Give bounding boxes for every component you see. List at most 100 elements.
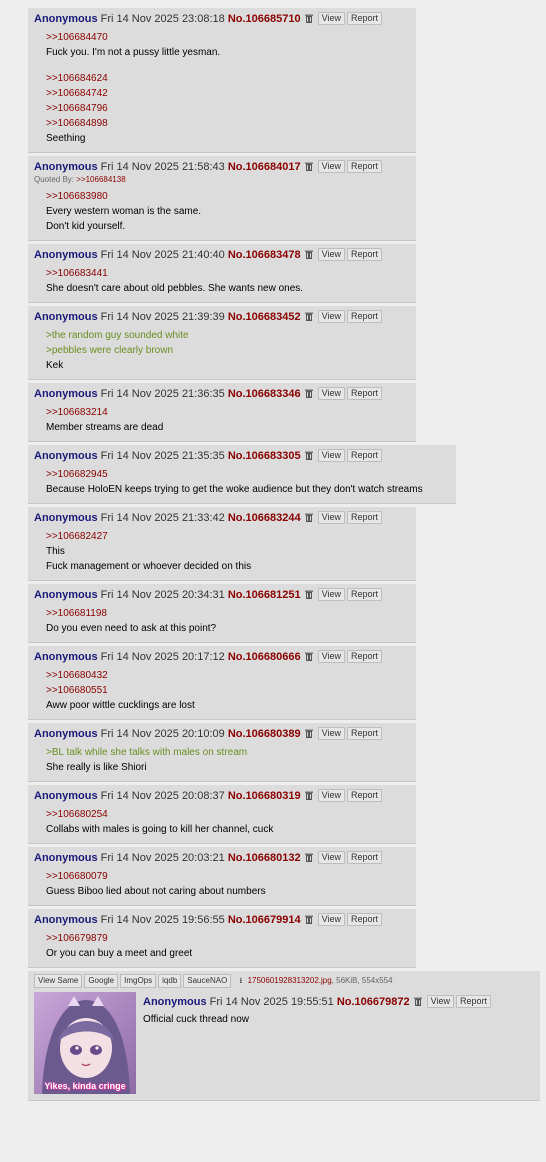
post-number[interactable]: No.106684017 xyxy=(228,161,301,173)
report-button[interactable]: Report xyxy=(346,12,382,25)
poster-name: Anonymous xyxy=(34,651,98,663)
quote-link[interactable]: >>106684742 xyxy=(46,86,410,101)
post-number[interactable]: No.106679872 xyxy=(337,996,410,1008)
view-button[interactable]: View xyxy=(317,12,345,25)
post-number[interactable]: No.106681251 xyxy=(228,589,301,601)
post-body: >>106681198 Do you even need to ask at th… xyxy=(46,606,410,636)
trash-icon[interactable] xyxy=(304,790,313,800)
trash-icon[interactable] xyxy=(304,512,313,522)
post-number[interactable]: No.106680389 xyxy=(228,728,301,740)
report-button[interactable]: Report xyxy=(346,650,382,663)
quote-link[interactable]: >>106682427 xyxy=(46,529,410,544)
quote-link[interactable]: >>106684470 xyxy=(46,30,410,45)
post-header: Anonymous Fri 14 Nov 2025 20:10:09 No.10… xyxy=(34,727,410,741)
search-button-view-same[interactable]: View Same xyxy=(34,974,83,988)
quote-link[interactable]: >>106684796 xyxy=(46,101,410,116)
view-button[interactable]: View xyxy=(317,913,345,926)
search-button-imgops[interactable]: ImgOps xyxy=(120,974,157,988)
post-number[interactable]: No.106680666 xyxy=(228,651,301,663)
quote-link[interactable]: >>106679879 xyxy=(46,931,410,946)
view-button[interactable]: View xyxy=(317,650,345,663)
report-button[interactable]: Report xyxy=(346,913,382,926)
search-button-google[interactable]: Google xyxy=(84,974,119,988)
view-button[interactable]: View xyxy=(317,449,345,462)
quoted-by: Quoted By: >>106684138 xyxy=(34,175,410,185)
trash-icon[interactable] xyxy=(304,311,313,321)
post-number[interactable]: No.106683305 xyxy=(228,450,301,462)
post-number[interactable]: No.106683244 xyxy=(228,512,301,524)
report-button[interactable]: Report xyxy=(346,310,382,323)
report-button[interactable]: Report xyxy=(346,387,382,400)
view-button[interactable]: View xyxy=(317,310,345,323)
quote-link[interactable]: >>106683980 xyxy=(46,189,410,204)
download-icon[interactable]: ⭳ xyxy=(240,975,243,987)
quote-link[interactable]: >>106681198 xyxy=(46,606,410,621)
trash-icon[interactable] xyxy=(304,249,313,259)
view-button[interactable]: View xyxy=(317,387,345,400)
view-button[interactable]: View xyxy=(317,248,345,261)
quoted-by-link[interactable]: >>106684138 xyxy=(76,175,125,184)
comment-line: Aww poor wittle cucklings are lost xyxy=(46,700,195,711)
post-number[interactable]: No.106679914 xyxy=(228,914,301,926)
search-button-saucenao[interactable]: SauceNAO xyxy=(183,974,232,988)
report-button[interactable]: Report xyxy=(346,160,382,173)
trash-icon[interactable] xyxy=(304,161,313,171)
view-button[interactable]: View xyxy=(426,995,454,1008)
poster-name: Anonymous xyxy=(34,512,98,524)
report-button[interactable]: Report xyxy=(346,727,382,740)
post-number[interactable]: No.106683346 xyxy=(228,388,301,400)
report-button[interactable]: Report xyxy=(346,248,382,261)
view-button[interactable]: View xyxy=(317,851,345,864)
view-button[interactable]: View xyxy=(317,511,345,524)
post-body: >>106683980 Every western woman is the sa… xyxy=(46,189,410,234)
trash-icon[interactable] xyxy=(304,13,313,23)
view-button[interactable]: View xyxy=(317,588,345,601)
view-button[interactable]: View xyxy=(317,160,345,173)
trash-icon[interactable] xyxy=(304,852,313,862)
report-button[interactable]: Report xyxy=(455,995,491,1008)
post-date: Fri 14 Nov 2025 20:17:12 xyxy=(100,651,225,663)
poster-name: Anonymous xyxy=(34,589,98,601)
trash-icon[interactable] xyxy=(304,651,313,661)
reply-post: Anonymous Fri 14 Nov 2025 21:36:35 No.10… xyxy=(28,383,416,442)
post-number[interactable]: No.106685710 xyxy=(228,13,301,25)
report-button[interactable]: Report xyxy=(346,789,382,802)
post-number[interactable]: No.106680132 xyxy=(228,852,301,864)
post-number[interactable]: No.106683478 xyxy=(228,249,301,261)
quote-link[interactable]: >>106684624 xyxy=(46,71,410,86)
report-button[interactable]: Report xyxy=(346,851,382,864)
trash-icon[interactable] xyxy=(413,996,422,1006)
quote-link[interactable]: >>106680432 xyxy=(46,668,410,683)
quote-link[interactable]: >>106680254 xyxy=(46,807,410,822)
quote-link[interactable]: >>106683441 xyxy=(46,266,410,281)
quote-link[interactable]: >>106680551 xyxy=(46,683,410,698)
quote-link[interactable]: >>106680079 xyxy=(46,869,410,884)
quote-link[interactable]: >>106684898 xyxy=(46,116,410,131)
file-info-bar: View Same Google ImgOps iqdb SauceNAO ⭳ 1750… xyxy=(34,974,534,988)
reply-post: Anonymous Fri 14 Nov 2025 21:39:39 No.10… xyxy=(28,306,416,380)
report-button[interactable]: Report xyxy=(346,511,382,524)
report-button[interactable]: Report xyxy=(346,449,382,462)
post-number[interactable]: No.106683452 xyxy=(228,311,301,323)
quote-link[interactable]: >>106682945 xyxy=(46,467,450,482)
report-button[interactable]: Report xyxy=(346,588,382,601)
trash-icon[interactable] xyxy=(304,450,313,460)
post-date: Fri 14 Nov 2025 19:55:51 xyxy=(209,996,334,1008)
post-header: Anonymous Fri 14 Nov 2025 20:03:21 No.10… xyxy=(34,851,410,865)
post-body: >>106680432 >>106680551 Aww poor wittle cu… xyxy=(46,668,410,713)
post-header: Anonymous Fri 14 Nov 2025 21:39:39 No.10… xyxy=(34,310,410,324)
op-thumbnail[interactable]: Yikes, kinda cringe xyxy=(34,992,136,1094)
search-button-iqdb[interactable]: iqdb xyxy=(158,974,182,988)
trash-icon[interactable] xyxy=(304,914,313,924)
reply-post: Anonymous Fri 14 Nov 2025 21:58:43 No.10… xyxy=(28,156,416,241)
trash-icon[interactable] xyxy=(304,728,313,738)
post-date: Fri 14 Nov 2025 21:40:40 xyxy=(100,249,225,261)
quote-link[interactable]: >>106683214 xyxy=(46,405,410,420)
file-link[interactable]: 1750601928313202.jpg xyxy=(248,976,332,985)
trash-icon[interactable] xyxy=(304,589,313,599)
view-button[interactable]: View xyxy=(317,727,345,740)
comment-line: Member streams are dead xyxy=(46,422,164,433)
trash-icon[interactable] xyxy=(304,388,313,398)
post-number[interactable]: No.106680319 xyxy=(228,790,301,802)
view-button[interactable]: View xyxy=(317,789,345,802)
